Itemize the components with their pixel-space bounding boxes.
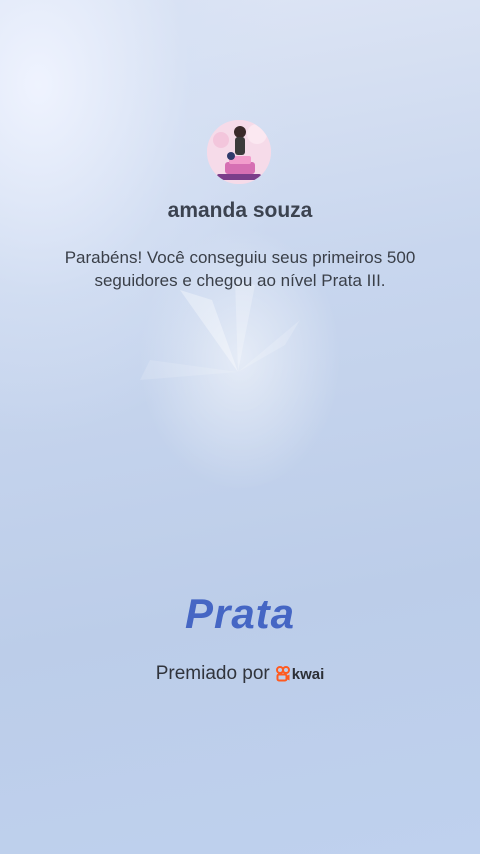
- username: amanda souza: [167, 199, 313, 222]
- tier-label: Prata: [184, 590, 296, 637]
- avatar-icon: [207, 120, 271, 184]
- kwai-logo-icon: [275, 666, 290, 682]
- awarded-by-label: Premiado por: [155, 663, 270, 684]
- kwai-brand: kwai: [275, 665, 325, 683]
- avatar[interactable]: [207, 120, 271, 184]
- awarded-by: Premiado por kwai: [0, 663, 480, 685]
- achievement-message: Parabéns! Você conseguiu seus primeiros …: [64, 248, 416, 290]
- kwai-brand-name: kwai: [291, 665, 325, 683]
